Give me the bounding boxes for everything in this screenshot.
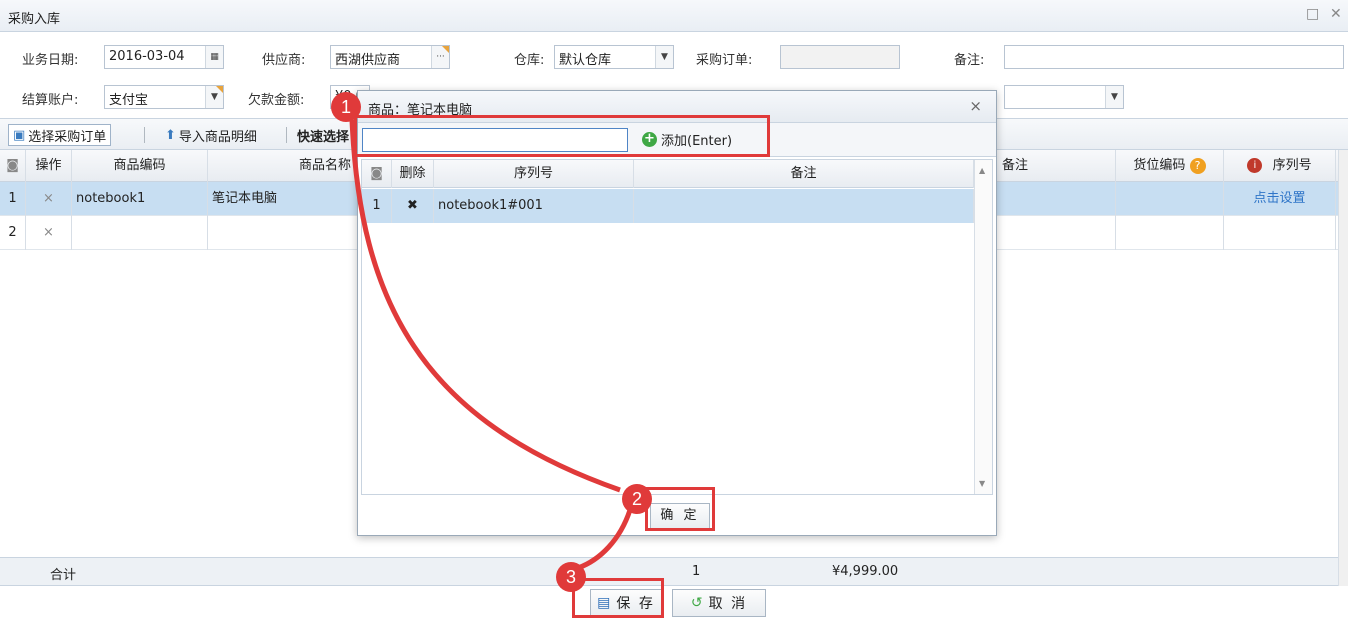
account-label: 结算账户: — [22, 93, 79, 108]
toolbar-divider — [286, 127, 287, 143]
info-icon[interactable]: i — [1247, 158, 1263, 173]
item-location[interactable] — [1116, 216, 1224, 250]
item-code[interactable]: notebook1 — [72, 182, 208, 216]
col-remark[interactable]: 备注 — [634, 160, 974, 188]
debt-label: 欠款金额: — [248, 93, 305, 108]
close-icon[interactable]: × — [969, 97, 982, 115]
date-label: 业务日期: — [22, 53, 79, 68]
col-serial[interactable]: i 序列号 — [1224, 150, 1336, 182]
import-items-button[interactable]: ⬆ 导入商品明细 — [160, 124, 262, 146]
note-field[interactable] — [1004, 45, 1344, 69]
highlight-box-add — [354, 115, 770, 157]
delete-row-icon[interactable]: × — [26, 216, 72, 250]
warehouse-label: 仓库: — [514, 53, 545, 68]
remark-value[interactable] — [634, 189, 974, 223]
serial-grid-header: ◙ 删除 序列号 备注 — [362, 160, 992, 188]
po-field[interactable] — [780, 45, 900, 69]
import-items-label: 导入商品明细 — [178, 129, 257, 145]
help-icon[interactable]: ? — [1189, 157, 1206, 174]
col-serial-number[interactable]: 序列号 — [434, 160, 634, 188]
supplier-field[interactable]: 西湖供应商 ··· — [330, 45, 450, 69]
item-name[interactable] — [208, 216, 358, 250]
window-title: 采购入库 — [8, 12, 61, 27]
col-delete[interactable]: 删除 — [392, 160, 434, 188]
calendar-icon[interactable]: ▦ — [205, 46, 223, 68]
purchase-receipt-window: 采购入库 □ ✕ 业务日期: 2016-03-04 ▦ 供应商: 西湖供应商 ·… — [0, 0, 1348, 622]
folder-icon: ▣ — [13, 127, 26, 143]
quick-select-label: 快速选择 — [297, 129, 350, 145]
serial-value[interactable]: notebook1#001 — [434, 189, 634, 223]
row-number-header-icon: ◙ — [362, 160, 392, 188]
col-operation[interactable]: 操作 — [26, 150, 72, 182]
col-serial-label: 序列号 — [1272, 158, 1312, 173]
type-select[interactable]: ▼ — [1004, 85, 1124, 109]
col-name[interactable]: 商品名称 — [208, 150, 358, 182]
action-bar: ▤ 保 存 ↺ 取 消 — [0, 586, 1348, 622]
po-label: 采购订单: — [696, 53, 753, 68]
row-number-header-icon: ◙ — [0, 150, 26, 182]
scroll-down-icon[interactable]: ▼ — [979, 479, 985, 488]
window-titlebar: 采购入库 □ ✕ — [0, 0, 1348, 32]
item-note[interactable] — [996, 182, 1116, 216]
highlight-box-confirm — [645, 487, 715, 531]
quick-select-button[interactable]: 快速选择 — [292, 124, 354, 146]
set-serial-link[interactable]: 点击设置 — [1224, 182, 1336, 216]
warehouse-value: 默认仓库 — [559, 53, 612, 68]
warehouse-select[interactable]: 默认仓库 ▼ — [554, 45, 674, 69]
step-badge-2: 2 — [622, 484, 652, 514]
item-note[interactable] — [996, 216, 1116, 250]
col-code[interactable]: 商品编码 — [72, 150, 208, 182]
item-location[interactable] — [1116, 182, 1224, 216]
cancel-button[interactable]: ↺ 取 消 — [672, 589, 766, 617]
table-row[interactable]: 1 ✖ notebook1#001 — [362, 189, 974, 223]
scroll-up-icon[interactable]: ▲ — [979, 166, 985, 175]
toolbar-divider — [144, 127, 145, 143]
edit-marker-icon — [216, 86, 223, 93]
date-field[interactable]: 2016-03-04 ▦ — [104, 45, 224, 69]
note-label: 备注: — [954, 53, 985, 68]
supplier-value: 西湖供应商 — [335, 53, 401, 68]
maximize-icon[interactable]: □ — [1306, 6, 1319, 22]
close-icon[interactable]: ✕ — [1330, 6, 1342, 22]
item-name[interactable]: 笔记本电脑 — [208, 182, 358, 216]
delete-row-icon[interactable]: × — [26, 182, 72, 216]
total-quantity: 1 — [692, 564, 701, 579]
highlight-box-save — [572, 578, 664, 618]
delete-icon[interactable]: ✖ — [392, 189, 434, 223]
serial-grid: ◙ 删除 序列号 备注 1 ✖ notebook1#001 ▲ ▼ — [361, 159, 993, 495]
supplier-label: 供应商: — [262, 53, 306, 68]
date-value: 2016-03-04 — [109, 49, 185, 64]
account-value: 支付宝 — [109, 93, 149, 108]
chevron-down-icon[interactable]: ▼ — [1105, 86, 1123, 108]
vertical-scrollbar[interactable] — [1338, 150, 1348, 586]
up-arrow-icon: ⬆ — [165, 127, 176, 143]
vertical-scrollbar[interactable]: ▲ ▼ — [974, 160, 992, 494]
row-number: 2 — [0, 216, 26, 250]
edit-marker-icon — [442, 46, 449, 53]
account-select[interactable]: 支付宝 ▼ — [104, 85, 224, 109]
totals-row: 合计 1 ¥4,999.00 — [0, 558, 1338, 586]
step-badge-3: 3 — [556, 562, 586, 592]
item-serial[interactable] — [1224, 216, 1336, 250]
step-badge-1: 1 — [331, 92, 361, 122]
col-note[interactable]: 备注 — [996, 150, 1116, 182]
col-location[interactable]: 货位编码 ? — [1116, 150, 1224, 182]
refresh-icon: ↺ — [690, 595, 705, 611]
col-location-label: 货位编码 — [1133, 158, 1186, 173]
total-label: 合计 — [50, 568, 77, 583]
select-po-button[interactable]: ▣ 选择采购订单 — [8, 124, 112, 146]
row-number: 1 — [362, 189, 392, 223]
row-number: 1 — [0, 182, 26, 216]
chevron-down-icon[interactable]: ▼ — [655, 46, 673, 68]
cancel-label: 取 消 — [708, 596, 748, 612]
select-po-label: 选择采购订单 — [28, 129, 107, 145]
item-code[interactable] — [72, 216, 208, 250]
total-amount: ¥4,999.00 — [832, 564, 899, 579]
